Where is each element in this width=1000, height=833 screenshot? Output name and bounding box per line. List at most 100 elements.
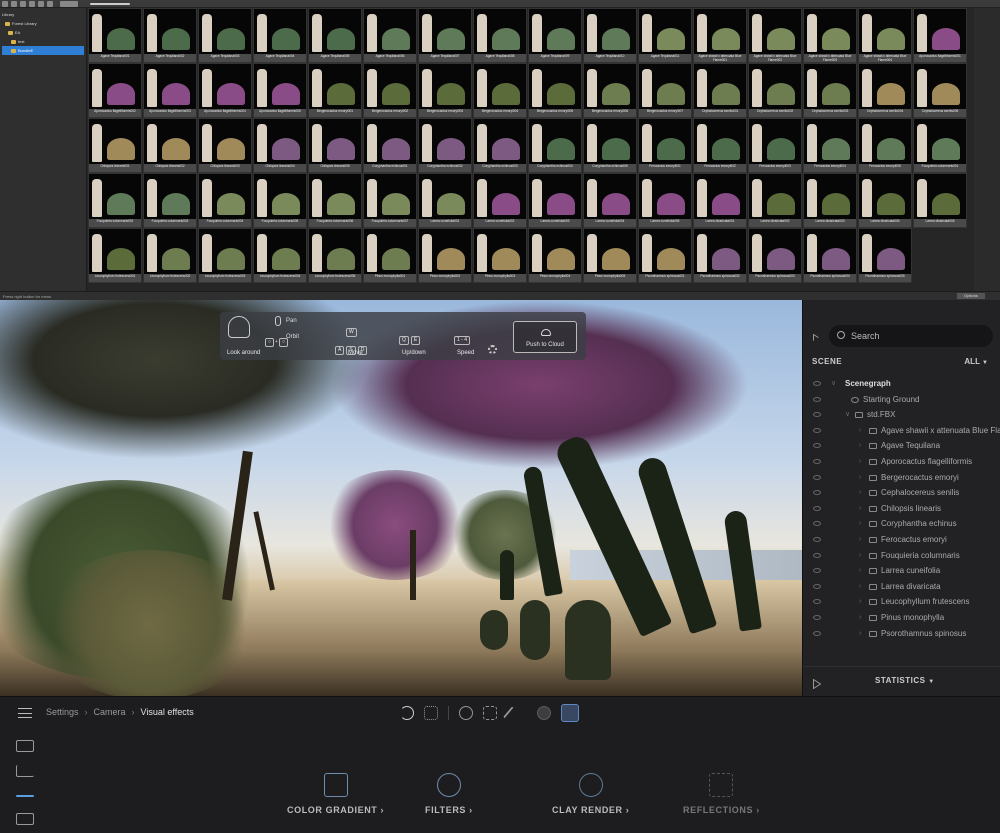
chevron-right-icon[interactable]: › [859, 470, 861, 486]
chevron-down-icon[interactable]: ∨ [845, 407, 850, 423]
asset-thumbnail[interactable]: Pinus monophylla005 [583, 228, 637, 283]
waveform-icon[interactable] [16, 765, 34, 777]
toolbar-icon[interactable] [38, 1, 44, 7]
scene-tree-row[interactable]: Starting Ground [803, 392, 1000, 408]
asset-thumbnail[interactable]: Agave shawii x attenuata Blue Flame002 [748, 8, 802, 63]
scene-tree-row[interactable]: › Chilopsis linearis [803, 501, 1000, 517]
asset-thumbnail[interactable]: Coryphantha echinus001 [363, 118, 417, 173]
eye-icon[interactable] [813, 552, 821, 558]
asset-thumbnail[interactable]: Bergerocactus emoryi005 [528, 63, 582, 118]
asset-thumbnail[interactable]: Bergerocactus emoryi006 [583, 63, 637, 118]
asset-thumbnail[interactable]: Bergerocactus emoryi003 [418, 63, 472, 118]
eye-icon[interactable] [813, 536, 821, 542]
eye-icon[interactable] [813, 443, 821, 449]
eye-icon[interactable] [813, 458, 821, 464]
asset-thumbnail[interactable]: Cephalocereus senilis002 [748, 63, 802, 118]
scene-tree-row[interactable]: ∨ Scenegraph [803, 376, 1000, 392]
gear-icon[interactable] [488, 345, 497, 354]
asset-thumbnail[interactable]: Aporocactus flagelliformis004 [198, 63, 252, 118]
video-icon[interactable] [16, 813, 34, 825]
play-icon[interactable] [813, 331, 821, 341]
effect-color-gradient[interactable]: COLOR GRADIENT › [287, 773, 384, 815]
asset-thumbnail[interactable]: Ferocactus emoryi003 [748, 118, 802, 173]
import-icon[interactable] [16, 740, 34, 752]
toolbar-icon[interactable] [29, 1, 35, 7]
pen-icon[interactable] [502, 706, 516, 720]
scene-tree-row[interactable]: › Agave Tequilana [803, 438, 1000, 454]
eye-icon[interactable] [813, 583, 821, 589]
scene-tree-row[interactable]: › Cephalocereus senilis [803, 485, 1000, 501]
asset-thumbnail[interactable]: Pinus monophylla003 [473, 228, 527, 283]
asset-thumbnail[interactable]: Agave Tequilana002 [143, 8, 197, 63]
asset-thumbnail[interactable]: Agave Tequilana007 [418, 8, 472, 63]
asset-thumbnail[interactable]: Larrea cuneifolia005 [638, 173, 692, 228]
asset-thumbnail[interactable]: Agave shawii x attenuata Blue Flame001 [693, 8, 747, 63]
asset-thumbnail[interactable]: Chilopsis linearis002 [143, 118, 197, 173]
play-icon[interactable] [813, 676, 822, 694]
asset-thumbnail[interactable]: Pinus monophylla004 [528, 228, 582, 283]
library-tree-item[interactable]: Library [2, 10, 84, 19]
asset-thumbnail[interactable]: Larrea divaricata005 [913, 173, 967, 228]
scene-tree-row[interactable]: › Bergerocactus emoryi [803, 470, 1000, 486]
library-tree-item[interactable]: BundleE [2, 46, 84, 55]
toolbar-icon[interactable] [20, 1, 26, 7]
chevron-right-icon[interactable]: › [859, 485, 861, 501]
asset-thumbnail[interactable]: Leucophyllum frutescens005 [308, 228, 362, 283]
asset-thumbnail[interactable]: Fouquieria columnaris007 [363, 173, 417, 228]
asset-thumbnail[interactable]: Agave Tequilana011 [638, 8, 692, 63]
asset-thumbnail[interactable]: Leucophyllum frutescens001 [88, 228, 142, 283]
move-tool-icon[interactable] [561, 704, 579, 722]
asset-thumbnail[interactable]: Larrea divaricata004 [858, 173, 912, 228]
chevron-down-icon[interactable]: ∨ [831, 376, 836, 392]
asset-thumbnail[interactable]: Agave Tequilana009 [528, 8, 582, 63]
asset-thumbnail[interactable]: Coryphantha echinus002 [418, 118, 472, 173]
toolbar-icon[interactable] [2, 1, 8, 7]
scene-tree-row[interactable]: › Ferocactus emoryi [803, 532, 1000, 548]
asset-thumbnail[interactable]: Larrea divaricata001 [693, 173, 747, 228]
asset-thumbnail[interactable]: Larrea cuneifolia003 [528, 173, 582, 228]
back-arrow-icon[interactable] [537, 706, 551, 720]
asset-thumbnail[interactable]: Aporocactus flagelliformis003 [143, 63, 197, 118]
eye-icon[interactable] [813, 427, 821, 433]
asset-thumbnail[interactable]: Agave Tequilana004 [253, 8, 307, 63]
eye-icon[interactable] [813, 490, 821, 496]
options-button[interactable]: Options [957, 293, 985, 299]
library-tree-item[interactable]: test [2, 37, 84, 46]
grid-icon[interactable] [424, 706, 438, 720]
asset-thumbnail[interactable]: Aporocactus flagelliformis002 [88, 63, 142, 118]
asset-thumbnail[interactable]: Chilopsis linearis001 [88, 118, 142, 173]
asset-thumbnail[interactable]: Pinus monophylla001 [363, 228, 417, 283]
asset-thumbnail[interactable]: Leucophyllum frutescens002 [143, 228, 197, 283]
sliders-icon[interactable] [16, 795, 34, 797]
asset-thumbnail[interactable]: Chilopsis linearis004 [253, 118, 307, 173]
effect-reflections[interactable]: REFLECTIONS › [683, 773, 760, 815]
search-input[interactable] [851, 325, 986, 347]
asset-thumbnail[interactable]: Bergerocactus emoryi007 [638, 63, 692, 118]
statistics-toggle[interactable]: STATISTICS ▼ [875, 676, 935, 685]
chevron-right-icon[interactable]: › [859, 563, 861, 579]
asset-thumbnail[interactable]: Leucophyllum frutescens004 [253, 228, 307, 283]
chevron-right-icon[interactable]: › [859, 423, 861, 439]
asset-thumbnail[interactable]: Coryphantha echinus003 [473, 118, 527, 173]
eye-icon[interactable] [813, 381, 821, 386]
eye-icon[interactable] [813, 630, 821, 636]
asset-thumbnail[interactable]: Fouquieria columnaris003 [143, 173, 197, 228]
asset-thumbnail[interactable]: Larrea divaricata003 [803, 173, 857, 228]
asset-thumbnail[interactable]: Agave shawii x attenuata Blue Flame004 [858, 8, 912, 63]
zoom-slider[interactable] [90, 3, 130, 5]
scene-tree-row[interactable]: › Coryphantha echinus [803, 516, 1000, 532]
select-shapes-icon[interactable] [459, 706, 473, 720]
asset-thumbnail[interactable]: Agave Tequilana008 [473, 8, 527, 63]
chevron-right-icon[interactable]: › [859, 579, 861, 595]
toolbar-dropdown[interactable] [60, 1, 78, 7]
eye-icon[interactable] [813, 599, 821, 605]
asset-thumbnail[interactable]: Agave Tequilana005 [308, 8, 362, 63]
asset-thumbnail[interactable]: Fouquieria columnaris004 [198, 173, 252, 228]
eye-icon[interactable] [813, 614, 821, 620]
asset-thumbnail[interactable]: Agave Tequilana010 [583, 8, 637, 63]
chevron-right-icon[interactable]: › [859, 438, 861, 454]
asset-thumbnail[interactable]: Psorothamnus spinosus001 [638, 228, 692, 283]
asset-thumbnail[interactable]: Leucophyllum frutescens003 [198, 228, 252, 283]
eye-icon[interactable] [813, 474, 821, 480]
chevron-right-icon[interactable]: › [859, 610, 861, 626]
